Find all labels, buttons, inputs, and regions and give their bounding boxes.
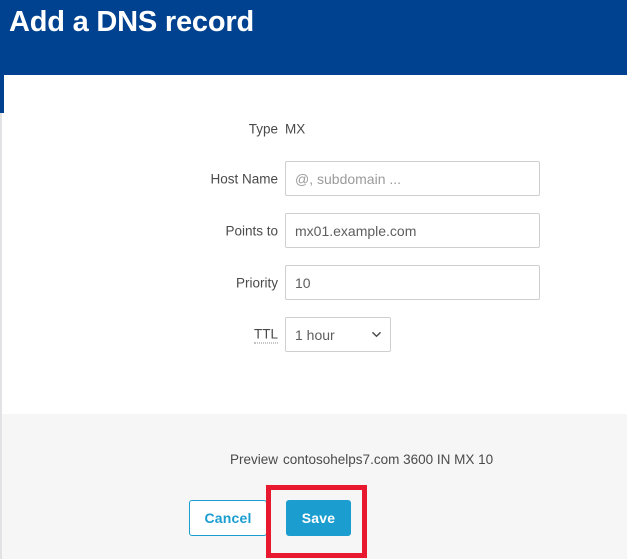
ttl-select[interactable]: 1 hour — [285, 317, 391, 352]
ttl-label[interactable]: TTL — [253, 327, 278, 344]
host-name-input[interactable] — [285, 161, 540, 196]
form-row-priority: Priority — [4, 265, 627, 301]
cancel-button[interactable]: Cancel — [189, 500, 267, 536]
priority-input[interactable] — [285, 265, 540, 300]
preview-label: Preview — [229, 452, 278, 467]
form-row-points-to: Points to — [4, 213, 627, 249]
points-to-input[interactable] — [285, 213, 540, 248]
ttl-select-wrapper: 1 hour — [285, 317, 391, 352]
type-value: MX — [285, 121, 306, 137]
form-footer: Preview contosohelps7.com 3600 IN MX 10 … — [2, 414, 627, 559]
form-row-host-name: Host Name — [4, 161, 627, 197]
preview-row: Preview contosohelps7.com 3600 IN MX 10 — [2, 452, 627, 474]
dns-record-form: Type MX Host Name Points to Priority TTL… — [4, 75, 627, 414]
page-header: Add a DNS record — [0, 0, 627, 75]
priority-label: Priority — [235, 275, 278, 291]
preview-value: contosohelps7.com 3600 IN MX 10 — [283, 452, 494, 467]
host-name-label: Host Name — [210, 171, 278, 187]
points-to-label: Points to — [225, 223, 278, 239]
form-actions: Cancel Save — [2, 500, 627, 542]
form-row-type: Type MX — [4, 111, 627, 147]
save-button[interactable]: Save — [286, 500, 351, 536]
form-row-ttl: TTL 1 hour — [4, 317, 627, 353]
page-title: Add a DNS record — [9, 6, 254, 38]
type-label: Type — [248, 121, 278, 137]
